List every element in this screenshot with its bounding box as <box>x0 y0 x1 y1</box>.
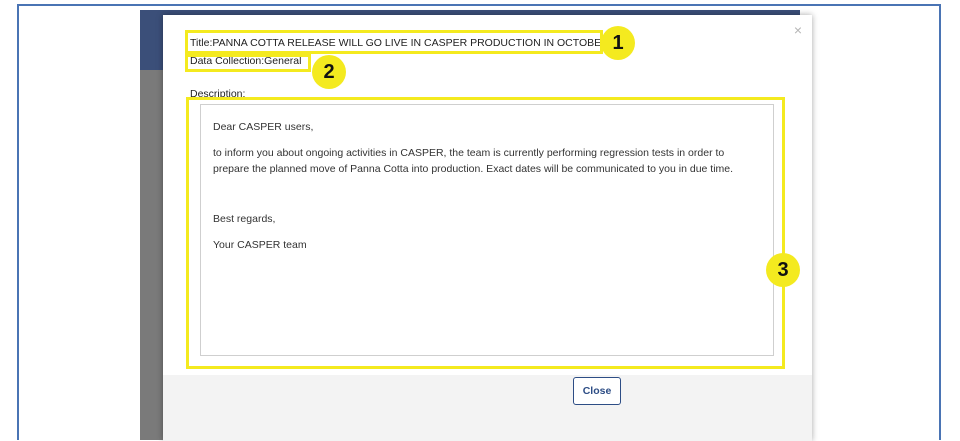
close-button[interactable]: Close <box>573 377 621 405</box>
annotation-badge-3: 3 <box>766 253 800 287</box>
highlight-data-collection <box>185 54 311 72</box>
annotation-badge-1: 1 <box>601 26 635 60</box>
highlight-title <box>185 30 603 54</box>
highlight-description <box>186 97 785 369</box>
close-icon[interactable]: × <box>794 23 802 37</box>
annotation-badge-2: 2 <box>312 55 346 89</box>
dialog-footer <box>163 375 812 441</box>
